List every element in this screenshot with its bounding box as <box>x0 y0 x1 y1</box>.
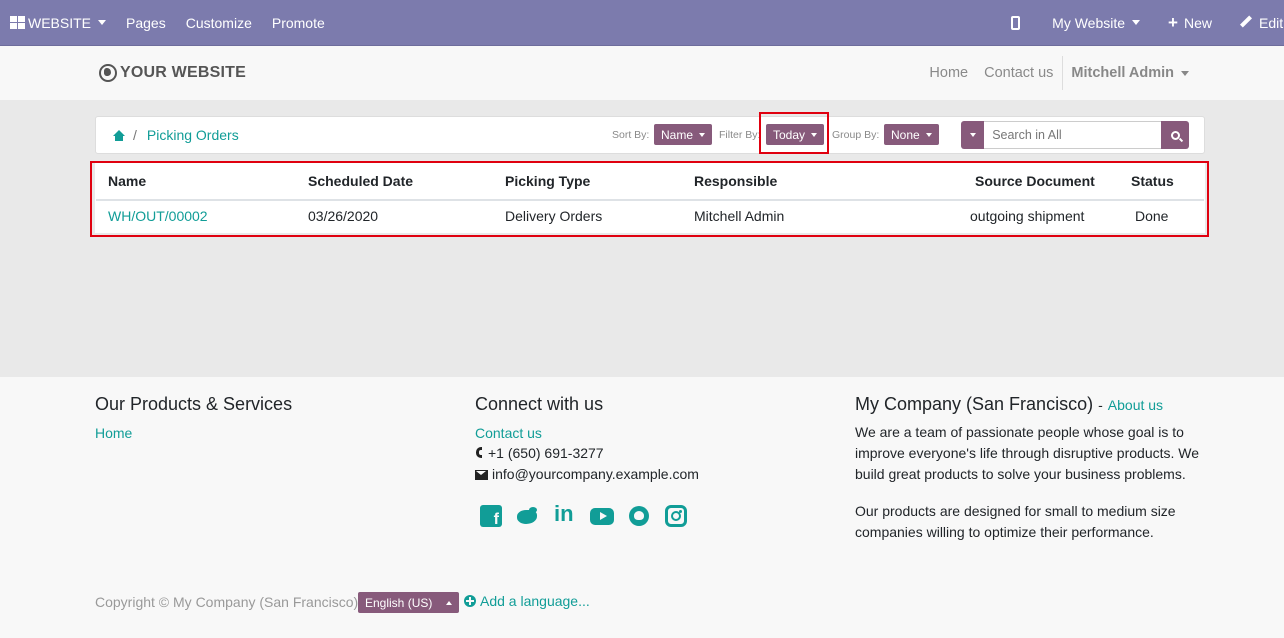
nav-links: Home Contact us Mitchell Admin <box>921 46 1197 100</box>
site-logo[interactable]: YOUR WEBSITE <box>99 64 246 82</box>
group-by-label: Group By: <box>832 129 880 141</box>
website-switcher-label: My Website <box>1052 14 1126 31</box>
language-selector[interactable]: English (US) <box>358 592 460 613</box>
copyright-text: Copyright © My Company (San Francisco) <box>95 594 359 610</box>
github-icon[interactable] <box>628 505 650 527</box>
customize-menu[interactable]: Customize <box>176 0 262 45</box>
about-line: build great products to solve your busin… <box>855 466 1186 482</box>
footer-phone-number: +1 (650) 691-3277 <box>488 445 604 461</box>
search-button[interactable] <box>1161 121 1189 149</box>
website-menu[interactable]: WEBSITE <box>0 0 116 45</box>
footer-email[interactable]: info@yourcompany.example.com <box>475 464 699 485</box>
footer-about-paragraph-2: Our products are designed for small to m… <box>855 501 1176 543</box>
chevron-up-icon <box>446 600 453 605</box>
search-filter-dropdown[interactable] <box>961 121 985 149</box>
plus-circle-icon <box>464 595 476 607</box>
footer-contact-link[interactable]: Contact us <box>475 425 542 441</box>
twitter-icon[interactable] <box>516 505 538 527</box>
footer-about-link[interactable]: About us <box>1108 397 1163 413</box>
about-line: We are a team of passionate people whose… <box>855 424 1184 440</box>
group-by-dropdown[interactable]: None <box>884 124 939 145</box>
nav-link-contact[interactable]: Contact us <box>976 65 1061 81</box>
edit-button[interactable]: Edit <box>1226 0 1284 45</box>
about-line: Our products are designed for small to m… <box>855 503 1176 519</box>
footer-company-title: My Company (San Francisco) - About us <box>855 394 1163 415</box>
search-bar <box>961 121 1189 149</box>
company-name: My Company (San Francisco) <box>855 394 1094 414</box>
facebook-icon[interactable] <box>480 505 502 529</box>
pages-menu[interactable]: Pages <box>116 0 176 45</box>
footer-about-paragraph-1: We are a team of passionate people whose… <box>855 422 1199 485</box>
plus-icon: + <box>1168 13 1178 32</box>
sort-by-label: Sort By: <box>612 129 650 141</box>
chevron-down-icon <box>925 132 932 137</box>
language-label: English (US) <box>365 595 433 610</box>
add-language-link[interactable]: Add a language... <box>464 593 590 609</box>
edit-button-label: Edit <box>1259 14 1284 31</box>
linkedin-icon[interactable] <box>553 501 575 527</box>
group-by-value: None <box>891 127 920 142</box>
instagram-icon[interactable] <box>665 505 687 527</box>
table-highlight-box <box>90 161 1209 237</box>
chevron-down-icon <box>699 132 706 137</box>
chevron-down-icon <box>1132 20 1141 25</box>
breadcrumb-separator: / <box>133 127 137 143</box>
mobile-preview-button[interactable] <box>993 0 1038 45</box>
footer-email-address: info@yourcompany.example.com <box>492 466 699 482</box>
breadcrumb-current[interactable]: Picking Orders <box>147 127 239 143</box>
search-icon <box>1170 130 1180 140</box>
portal-toolbar: / Picking Orders Sort By: Name Filter By… <box>95 116 1205 154</box>
footer-connect-title: Connect with us <box>475 394 604 414</box>
youtube-icon[interactable] <box>590 505 614 527</box>
promote-menu[interactable]: Promote <box>262 0 335 45</box>
about-line: companies willing to optimize their perf… <box>855 524 1154 540</box>
filter-highlight-box <box>759 112 829 154</box>
nav-link-home[interactable]: Home <box>921 65 976 81</box>
sort-by-value: Name <box>661 127 694 142</box>
admin-topbar: WEBSITE Pages Customize Promote My Websi… <box>0 0 1284 45</box>
company-title-dash: - <box>1098 397 1103 413</box>
site-navbar: YOUR WEBSITE Home Contact us Mitchell Ad… <box>0 45 1284 100</box>
apps-grid-icon <box>10 16 25 29</box>
new-button[interactable]: + New <box>1154 0 1226 45</box>
filter-by-label: Filter By: <box>719 129 761 141</box>
globe-icon <box>99 64 117 82</box>
pencil-icon <box>1240 17 1251 28</box>
search-input[interactable] <box>984 121 1162 149</box>
footer-products-title: Our Products & Services <box>95 394 293 414</box>
user-menu[interactable]: Mitchell Admin <box>1063 65 1197 81</box>
home-icon[interactable] <box>113 129 125 141</box>
website-switcher[interactable]: My Website <box>1038 0 1154 45</box>
breadcrumb: / Picking Orders <box>113 127 239 143</box>
website-menu-label: WEBSITE <box>28 14 92 31</box>
phone-icon <box>475 447 484 458</box>
mobile-icon <box>1011 15 1021 30</box>
chevron-down-icon <box>969 133 976 137</box>
site-brand-text: YOUR WEBSITE <box>120 64 246 81</box>
sort-by-dropdown[interactable]: Name <box>654 124 713 145</box>
envelope-icon <box>475 470 488 480</box>
add-language-label: Add a language... <box>480 593 590 609</box>
user-name: Mitchell Admin <box>1071 65 1174 81</box>
chevron-down-icon <box>1181 70 1189 76</box>
footer-home-link[interactable]: Home <box>95 425 132 441</box>
new-button-label: New <box>1183 14 1212 31</box>
footer-phone: +1 (650) 691-3277 <box>475 443 604 464</box>
about-line: improve everyone's life through disrupti… <box>855 445 1200 461</box>
chevron-down-icon <box>98 20 107 25</box>
